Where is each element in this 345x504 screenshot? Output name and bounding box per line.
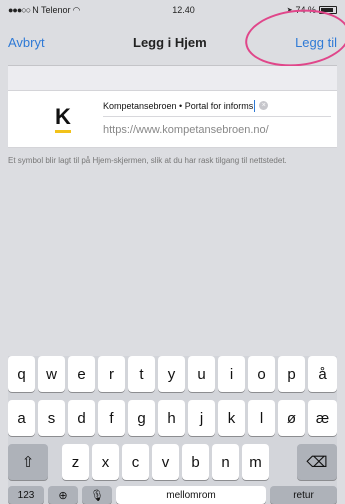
key-m[interactable]: m (242, 444, 269, 480)
key-o[interactable]: o (248, 356, 275, 392)
key-p[interactable]: p (278, 356, 305, 392)
key-i[interactable]: i (218, 356, 245, 392)
key-c[interactable]: c (122, 444, 149, 480)
key-x[interactable]: x (92, 444, 119, 480)
wifi-icon: ◠ (72, 4, 81, 15)
key-v[interactable]: v (152, 444, 179, 480)
cancel-button[interactable]: Avbryt (8, 35, 45, 50)
site-icon-underline (55, 129, 71, 133)
key-r[interactable]: r (98, 356, 125, 392)
space-key[interactable]: mellomrom (116, 486, 266, 504)
shift-key[interactable]: ⇧ (8, 444, 48, 480)
key-oe[interactable]: ø (278, 400, 305, 436)
key-aa[interactable]: å (308, 356, 337, 392)
key-u[interactable]: u (188, 356, 215, 392)
bookmark-form: K Kompetansebroen • Portal for informs ×… (8, 90, 337, 148)
backspace-icon: ⌫ (306, 454, 328, 471)
key-y[interactable]: y (158, 356, 185, 392)
key-k[interactable]: k (218, 400, 245, 436)
page-title: Legg i Hjem (133, 35, 207, 50)
return-key[interactable]: retur (270, 486, 337, 504)
key-l[interactable]: l (248, 400, 275, 436)
carrier-name: N Telenor (32, 5, 71, 15)
status-time: 12.40 (172, 5, 195, 15)
key-f[interactable]: f (98, 400, 125, 436)
globe-icon: ⊕ (58, 489, 68, 502)
key-n[interactable]: n (212, 444, 239, 480)
key-q[interactable]: q (8, 356, 35, 392)
microphone-icon: 🎙︎ (90, 489, 104, 502)
key-j[interactable]: j (188, 400, 215, 436)
key-z[interactable]: z (62, 444, 89, 480)
info-description: Et symbol blir lagt til på Hjem-skjermen… (8, 156, 287, 165)
signal-strength-icon: ●●●○○ (8, 5, 31, 15)
key-w[interactable]: w (38, 356, 65, 392)
key-ae[interactable]: æ (308, 400, 337, 436)
dictation-key[interactable]: 🎙︎ (82, 486, 112, 504)
key-d[interactable]: d (68, 400, 95, 436)
bookmark-url: https://www.kompetansebroen.no/ (103, 124, 269, 136)
globe-key[interactable]: ⊕ (48, 486, 78, 504)
backspace-key[interactable]: ⌫ (297, 444, 337, 480)
keyboard: q w e r t y u i o p å a s d f g h j k l … (8, 356, 337, 504)
shift-icon: ⇧ (21, 454, 35, 471)
key-t[interactable]: t (128, 356, 155, 392)
numbers-key[interactable]: 123 (8, 486, 44, 504)
key-a[interactable]: a (8, 400, 35, 436)
section-spacer (8, 66, 337, 90)
bookmark-name-value: Kompetansebroen • Portal for informs (103, 100, 254, 111)
key-h[interactable]: h (158, 400, 185, 436)
key-e[interactable]: e (68, 356, 95, 392)
key-b[interactable]: b (182, 444, 209, 480)
key-s[interactable]: s (38, 400, 65, 436)
key-g[interactable]: g (128, 400, 155, 436)
carrier-info: ●●●○○ N Telenor ◠ (8, 5, 80, 16)
clear-text-icon[interactable]: × (259, 101, 269, 110)
site-icon-letter: K (55, 103, 71, 129)
site-icon: K (46, 101, 80, 137)
text-cursor (254, 99, 256, 112)
bookmark-name-input[interactable]: Kompetansebroen • Portal for informs × (103, 95, 331, 117)
